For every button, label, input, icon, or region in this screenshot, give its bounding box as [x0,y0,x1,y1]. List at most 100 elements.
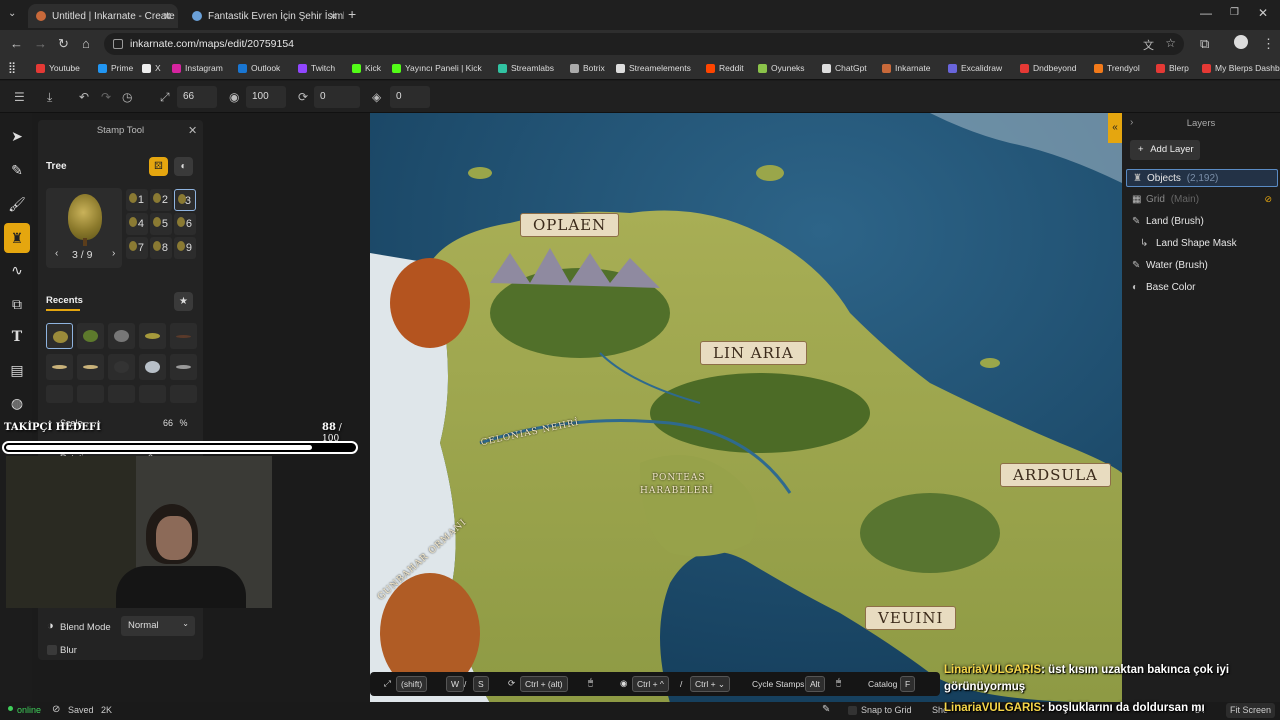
bookmark-kick[interactable]: Kick [352,63,381,73]
recent-stamp[interactable] [170,323,197,349]
add-layer-button[interactable]: + Add Layer [1130,140,1200,160]
bookmark-blerp[interactable]: Blerp [1156,63,1189,73]
layer-land-brush[interactable]: ✎ Land (Brush) [1126,213,1278,231]
translate-icon[interactable]: 文 [1143,37,1154,53]
layer-base-color[interactable]: ◐ Base Color [1126,279,1278,297]
palette-icon[interactable]: ◐ [174,157,193,176]
variant-7-button[interactable]: 7 [126,237,148,259]
layer-land-shape-mask[interactable]: ↳ Land Shape Mask [1126,235,1278,253]
minimize-icon[interactable]: — [1200,6,1212,20]
recent-stamp[interactable] [77,354,104,380]
variant-2-button[interactable]: 2 [150,189,172,211]
bookmark-botrix[interactable]: Botrix [570,63,605,73]
random-stamp-icon[interactable]: ⚄ [149,157,168,176]
opacity-input[interactable]: 100 [246,86,286,108]
next-variant-icon[interactable]: › [112,248,115,259]
bookmark-chatgpt[interactable]: ChatGpt [822,63,867,73]
recent-stamp[interactable] [46,385,73,403]
variant-6-button[interactable]: 6 [174,213,196,235]
recent-stamp[interactable] [108,385,135,403]
tab-fantastik[interactable]: Fantastik Evren İçin Şehir İsimle ✕ [184,4,344,28]
reload-icon[interactable]: ↻ [58,36,69,52]
rotation-input[interactable]: 0 [314,86,360,108]
map-text-ruins-2[interactable]: HARABELERİ [640,486,714,496]
recent-stamp[interactable] [170,385,197,403]
export-icon[interactable]: ⤓ [47,90,52,105]
snap-checkbox[interactable] [848,706,857,715]
maximize-icon[interactable]: ❐ [1230,7,1239,18]
hamburger-menu-icon[interactable]: ☰ [14,90,25,104]
map-label-oplaen[interactable]: OPLAEN [520,213,620,237]
layer-order-input[interactable]: 0 [390,86,430,108]
recent-stamp[interactable] [139,385,166,403]
bookmark-inkarnate[interactable]: Inkarnate [882,63,930,73]
bookmark-oyuneks[interactable]: Oyuneks [758,63,805,73]
bookmark-trendyol[interactable]: Trendyol [1094,63,1140,73]
recent-stamp[interactable] [139,323,166,349]
tab-search-icon[interactable]: ⌄ [8,8,16,19]
tab-inkarnate[interactable]: Untitled | Inkarnate - Create Fa ✕ [28,4,178,28]
collapse-panel-icon[interactable]: « [1108,113,1122,143]
notes-tool-icon[interactable]: ▤ [4,357,30,383]
recent-stamp[interactable] [77,323,104,349]
recent-stamp[interactable] [170,354,197,380]
layer-grid[interactable]: ▦ Grid (Main) ⊘ [1126,191,1278,209]
recent-stamp[interactable] [139,354,166,380]
bookmark-yay-nc-paneli-kick[interactable]: Yayıncı Paneli | Kick [392,63,482,73]
close-tab-icon[interactable]: ✕ [329,10,338,23]
variant-8-button[interactable]: 8 [150,237,172,259]
bookmark-my-blerps-dashboard[interactable]: My Blerps Dashboard [1202,63,1280,73]
home-icon[interactable]: ⌂ [82,36,90,51]
bookmark-x[interactable]: X [142,63,161,73]
shape-tool-icon[interactable]: ⧉ [4,291,30,317]
hidden-eye-icon[interactable]: ⊘ [1264,194,1272,205]
url-field[interactable]: inkarnate.com/maps/edit/20759154 文 ☆ [104,33,1184,55]
apps-grid-icon[interactable]: ⣿ [8,61,16,74]
bookmark-star-icon[interactable]: ☆ [1165,36,1176,50]
bookmark-excalidraw[interactable]: Excalidraw [948,63,1002,73]
size-input[interactable]: 66 [177,86,217,108]
variant-5-button[interactable]: 5 [150,213,172,235]
recent-stamp[interactable] [46,323,73,349]
select-tool-icon[interactable]: ➤ [4,123,30,149]
blur-checkbox[interactable] [47,645,57,655]
stamp-tool-icon[interactable]: ♜ [4,223,30,253]
recent-stamp[interactable] [108,323,135,349]
bookmark-youtube[interactable]: Youtube [36,63,80,73]
snap-to-grid-label[interactable]: Snap to Grid [861,705,912,715]
pen-icon[interactable]: ✎ [822,704,830,715]
close-tab-icon[interactable]: ✕ [163,10,172,23]
back-icon[interactable]: ← [10,36,23,51]
window-close-icon[interactable]: ✕ [1258,6,1268,20]
prev-variant-icon[interactable]: ‹ [55,248,58,259]
brush-tool-icon[interactable]: 🖌 [4,191,30,217]
blend-mode-select[interactable]: Normal ⌄ [121,616,195,636]
layer-water-brush[interactable]: ✎ Water (Brush) [1126,257,1278,275]
map-label-linaria[interactable]: LIN ARIA [700,341,807,365]
bookmark-instagram[interactable]: Instagram [172,63,223,73]
recent-stamp[interactable] [77,385,104,403]
undo-icon[interactable]: ↶ [79,90,89,104]
path-tool-icon[interactable]: ∿ [4,257,30,283]
bookmark-twitch[interactable]: Twitch [298,63,335,73]
variant-1-button[interactable]: 1 [126,189,148,211]
bookmark-dndbeyond[interactable]: Dndbeyond [1020,63,1076,73]
text-tool-icon[interactable]: T [4,324,30,350]
bookmark-reddit[interactable]: Reddit [706,63,744,73]
forward-icon[interactable]: → [34,36,47,51]
site-info-icon[interactable] [113,39,123,49]
map-label-ardsula[interactable]: ARDSULA [1000,463,1111,487]
close-panel-icon[interactable]: ✕ [188,124,197,137]
bookmark-streamlabs[interactable]: Streamlabs [498,63,554,73]
globe-tool-icon[interactable]: ◍ [4,390,30,416]
menu-dots-icon[interactable]: ⋮ [1262,36,1275,52]
history-icon[interactable]: ◷ [122,90,132,104]
map-canvas[interactable]: OPLAEN LIN ARIA ARDSULA VEUINI CELONIAS … [370,113,1122,703]
redo-icon[interactable]: ↷ [101,90,111,104]
favorites-star-icon[interactable]: ★ [174,292,193,311]
map-text-ruins-1[interactable]: PONTEAS [652,473,706,483]
profile-avatar[interactable] [1234,35,1248,49]
bookmark-outlook[interactable]: Outlook [238,63,280,73]
variant-9-button[interactable]: 9 [174,237,196,259]
variant-3-button[interactable]: 3 [174,189,196,211]
